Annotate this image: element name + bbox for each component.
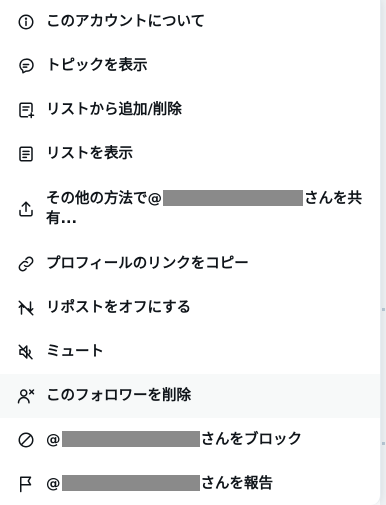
- topic-bubble-icon: [16, 56, 36, 76]
- menu-item-label: リストから追加/削除: [46, 102, 182, 118]
- list-icon: [16, 144, 36, 164]
- menu-item-block[interactable]: @ さんをブロック: [0, 418, 380, 462]
- menu-item-copy-profile-link[interactable]: プロフィールのリンクをコピー: [0, 242, 380, 286]
- block-text-suffix: さんをブロック: [200, 432, 303, 448]
- block-icon: [16, 430, 36, 450]
- menu-item-label: このアカウントについて: [46, 14, 206, 30]
- menu-item-label: @ さんを報告: [46, 474, 273, 494]
- menu-item-share-via[interactable]: その他の方法で@ さんを共有...: [0, 176, 380, 242]
- menu-item-add-remove-lists[interactable]: リストから追加/削除: [0, 88, 380, 132]
- menu-item-label: ミュート: [46, 344, 104, 360]
- menu-item-remove-follower[interactable]: このフォロワーを削除: [0, 374, 380, 418]
- report-text-suffix: さんを報告: [200, 476, 274, 492]
- share-icon: [16, 199, 36, 219]
- menu-item-label: その他の方法で@ さんを共有...: [46, 189, 370, 229]
- list-add-icon: [16, 100, 36, 120]
- background-mark: [382, 308, 385, 311]
- menu-item-report[interactable]: @ さんを報告: [0, 462, 380, 505]
- background-mark: [382, 442, 385, 445]
- menu-item-turn-off-reposts[interactable]: リポストをオフにする: [0, 286, 380, 330]
- menu-item-view-lists[interactable]: リストを表示: [0, 132, 380, 176]
- menu-item-about-account[interactable]: このアカウントについて: [0, 0, 380, 44]
- block-text-prefix: @: [46, 432, 61, 448]
- redacted-username: [163, 190, 303, 206]
- menu-item-label: プロフィールのリンクをコピー: [46, 256, 249, 272]
- menu-item-mute[interactable]: ミュート: [0, 330, 380, 374]
- info-circle-icon: [16, 12, 36, 32]
- report-text-prefix: @: [46, 476, 61, 492]
- repost-off-icon: [16, 298, 36, 318]
- menu-item-view-topics[interactable]: トピックを表示: [0, 44, 380, 88]
- profile-more-menu: このアカウントについて トピックを表示 リストから追加/削除 リストを表示 その…: [0, 0, 381, 505]
- remove-follower-icon: [16, 386, 36, 406]
- menu-item-label: リストを表示: [46, 146, 133, 162]
- menu-item-label: このフォロワーを削除: [46, 388, 191, 404]
- menu-item-label: @ さんをブロック: [46, 430, 302, 450]
- menu-item-label: リポストをオフにする: [46, 300, 192, 316]
- link-icon: [16, 254, 36, 274]
- redacted-username: [61, 475, 200, 491]
- flag-icon: [16, 474, 36, 494]
- redacted-username: [61, 431, 200, 447]
- menu-item-label: トピックを表示: [46, 58, 148, 74]
- share-text-prefix: その他の方法で@: [46, 191, 162, 207]
- mute-icon: [16, 342, 36, 362]
